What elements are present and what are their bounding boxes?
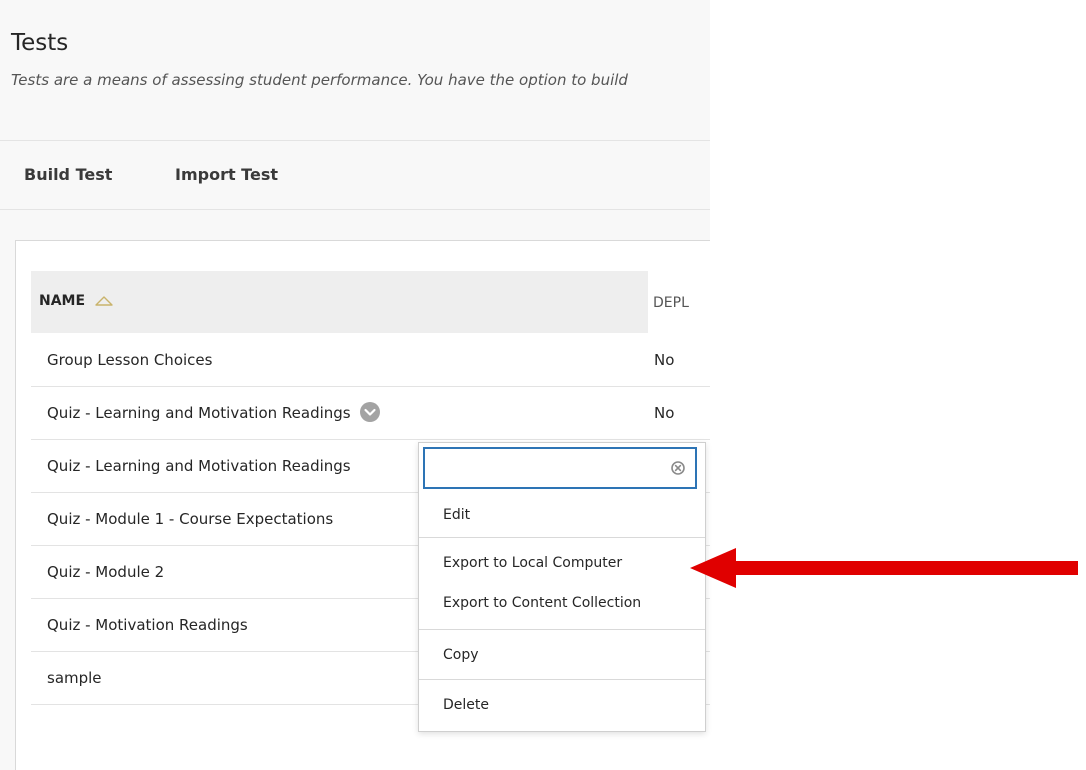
red-arrow-left-icon xyxy=(690,548,1078,588)
menu-item-export-content-collection[interactable]: Export to Content Collection xyxy=(443,595,641,611)
clear-search-icon[interactable] xyxy=(671,461,685,475)
menu-search-box xyxy=(423,447,697,489)
test-name-link[interactable]: Quiz - Learning and Motivation Readings xyxy=(47,401,381,423)
test-name-link[interactable]: sample xyxy=(47,669,102,687)
menu-item-edit[interactable]: Edit xyxy=(443,507,470,523)
deployed-value: No xyxy=(654,404,675,422)
test-name-link[interactable]: Quiz - Learning and Motivation Readings xyxy=(47,457,351,475)
page-title: Tests xyxy=(11,30,69,56)
name-column-header[interactable]: NAME xyxy=(39,293,114,309)
test-name-label: Quiz - Learning and Motivation Readings xyxy=(47,404,351,422)
table-header: NAME DEPL xyxy=(31,271,710,333)
name-column-label: NAME xyxy=(39,293,86,309)
action-toolbar: Build Test Import Test xyxy=(0,140,710,210)
sort-ascending-icon[interactable] xyxy=(94,295,114,307)
menu-divider xyxy=(419,629,705,630)
test-name-link[interactable]: Quiz - Module 2 xyxy=(47,563,164,581)
item-context-menu: Edit Export to Local Computer Export to … xyxy=(418,442,706,732)
table-row: Group Lesson Choices No xyxy=(31,334,710,387)
menu-item-delete[interactable]: Delete xyxy=(443,697,489,713)
page-description: Tests are a means of assessing student p… xyxy=(11,71,628,89)
deployed-column-label: DEPL xyxy=(653,295,689,311)
menu-divider xyxy=(419,537,705,538)
import-test-button[interactable]: Import Test xyxy=(175,165,278,184)
deployed-column-header[interactable]: DEPL xyxy=(648,271,710,333)
menu-item-export-local[interactable]: Export to Local Computer xyxy=(443,555,622,571)
test-name-link[interactable]: Quiz - Motivation Readings xyxy=(47,616,248,634)
menu-divider xyxy=(419,679,705,680)
deployed-value: No xyxy=(654,351,675,369)
build-test-button[interactable]: Build Test xyxy=(24,165,112,184)
menu-search-input[interactable] xyxy=(431,455,665,483)
table-row: Quiz - Learning and Motivation Readings … xyxy=(31,387,710,440)
test-name-link[interactable]: Group Lesson Choices xyxy=(47,351,212,369)
test-name-link[interactable]: Quiz - Module 1 - Course Expectations xyxy=(47,510,333,528)
chevron-down-circle-icon[interactable] xyxy=(359,401,381,423)
menu-item-copy[interactable]: Copy xyxy=(443,647,479,663)
